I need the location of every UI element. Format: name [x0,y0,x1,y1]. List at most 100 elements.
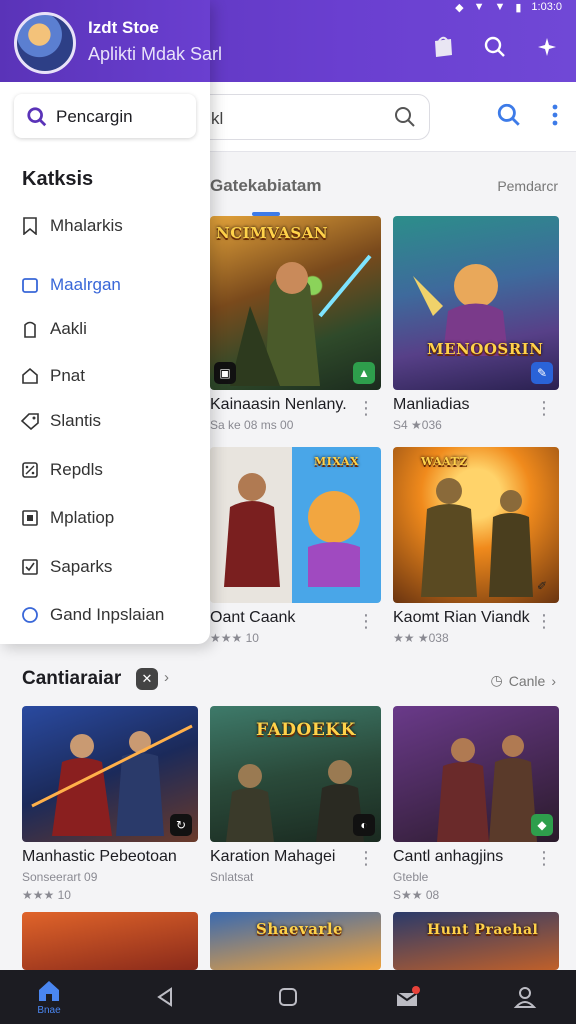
artwork-title: NCIMVASAN [216,224,329,242]
drawer-item-label: Saparks [50,557,113,576]
chevron-right-icon[interactable]: › [164,669,169,686]
app-meta: Snlatsat [210,870,254,884]
app-meta: ★★★ 10 [210,631,259,645]
app-rating: ★★★ 10 [22,888,71,902]
app-card[interactable]: FADOEKK ◐ Karation Mahagei Snlatsat ⋮ [210,706,381,884]
app-artwork: Shaevarle [210,912,381,970]
artwork-title: Hunt Praehal [427,922,539,938]
section-title: Cantiaraiar [22,668,122,689]
wifi-icon: ▼ [473,1,485,13]
signal-icon: ◆ [455,1,464,14]
search-query: kl [211,109,224,128]
drawer-item-pnat[interactable]: Pnat [20,361,85,391]
home-icon [39,980,59,1001]
drawer-item-label: Mplatiop [50,508,115,527]
app-artwork [22,912,198,970]
search-icon[interactable] [496,102,522,133]
clock-icon: ◷ [490,672,503,688]
drawer-item-maalrgan[interactable]: Maalrgan [20,270,121,300]
app-meta: ★★ ★038 [393,631,449,645]
search-icon[interactable] [482,34,508,60]
drawer-item-aakli[interactable]: Aakli [20,314,87,344]
nav-back[interactable] [140,970,190,1024]
door-icon [20,319,40,339]
artwork-title: Shaevarle [256,920,344,938]
section-title: Gatekabiatam [210,176,322,195]
drawer-item-label: Pnat [50,366,85,385]
artwork-title: MIXAX [314,455,360,468]
nav-inbox[interactable] [382,970,432,1024]
more-vert-icon[interactable] [552,104,558,131]
app-card[interactable]: Shaevarle [210,912,381,970]
nav-profile[interactable] [500,970,550,1024]
drawer-title: Izdt Stoe [88,18,159,37]
app-meta: Sa ke 08 ms 00 [210,418,294,432]
app-card[interactable]: WAATZ ✐ Kaomt Rian Viandk ★★ ★038 ⋮ [393,447,559,645]
search-icon [26,106,48,133]
app-meta: Gteble [393,870,429,884]
status-time: 1:03:0 [531,1,562,13]
app-card[interactable] [22,912,198,970]
app-card[interactable]: ↻ Manhastic Pebeotoan Sonseerart 09 ★★★ … [22,706,198,902]
app-card[interactable]: ◆ Cantl anhagjins Gteble S★★ 08 ⋮ [393,706,559,902]
sparkle-icon[interactable] [534,34,560,60]
search-icon[interactable] [393,105,417,134]
percent-icon [20,460,40,480]
app-card[interactable]: NCIMVASAN ▣ ▲ Kainaasin Nenlany. Sa ke 0… [210,216,381,432]
battery-icon: ▮ [515,1,522,14]
app-name: Oant Caank [210,609,296,626]
app-artwork: NCIMVASAN ▣ ▲ [210,216,381,390]
store-badge-icon: ◐ [353,814,375,836]
drawer-item-repdls[interactable]: Repdls [20,455,103,485]
section-link[interactable]: ◷ Canle › [491,672,556,689]
drawer-search-button[interactable]: Pencargin [14,94,196,138]
more-vert-icon[interactable]: ⋮ [357,611,375,632]
app-card[interactable]: Hunt Praehal [393,912,559,970]
app-card[interactable]: MENOOSRIN ✎ Manliadias S4 ★036 ⋮ [393,216,559,432]
home-icon [20,366,40,386]
more-vert-icon[interactable]: ⋮ [357,848,375,869]
drawer-subtitle: Aplikti Mdak Sarl [88,44,223,64]
drawer-item-mplatiop[interactable]: Mplatiop [20,503,114,533]
nav-home[interactable]: Bnae [24,970,74,1024]
nav-home-button[interactable] [263,970,313,1024]
check-box-icon [20,557,40,577]
tag-icon [20,411,40,431]
store-bag-icon[interactable] [430,34,456,60]
store-badge-icon: ↻ [170,814,192,836]
app-name: Karation Mahagei [210,848,336,865]
drawer-item-label: Repdls [50,460,103,479]
avatar[interactable] [14,12,76,74]
app-artwork: ↻ [22,706,198,842]
back-triangle-icon [157,987,172,1007]
square-icon [20,275,40,295]
drawer-item-saparks[interactable]: Saparks [20,552,112,582]
section-link[interactable]: Pemdarcr [497,178,558,194]
section-link-label: Canle [508,672,546,689]
drawer-item-gand-inpslaian[interactable]: Gand Inpslaian [20,600,164,630]
more-vert-icon[interactable]: ⋮ [357,398,375,419]
app-artwork: FADOEKK ◐ [210,706,381,842]
drawer-item-label: Maalrgan [50,275,121,294]
more-vert-icon[interactable]: ⋮ [535,611,553,632]
app-meta: S4 ★036 [393,418,442,432]
app-name: Kainaasin Nenlany. [210,396,347,413]
more-vert-icon[interactable]: ⋮ [535,398,553,419]
nav-home-label: Bnae [37,1004,61,1016]
app-artwork: ◆ [393,706,559,842]
store-badge-icon: ✐ [536,579,548,593]
circle-icon [20,605,40,625]
app-artwork: MIXAX [210,447,381,603]
more-vert-icon[interactable]: ⋮ [535,848,553,869]
store-badge-icon: ▲ [353,362,375,384]
signal-icon: ▼ [494,1,506,13]
store-badge-icon: ✎ [531,362,553,384]
drawer-item-mhalarkis[interactable]: Mhalarkis [20,211,123,241]
bookmark-icon [20,216,40,236]
close-icon[interactable]: ✕ [136,668,158,690]
app-artwork: WAATZ ✐ [393,447,559,603]
person-icon [513,987,537,1008]
drawer-item-label: Mhalarkis [50,216,123,235]
drawer-item-slantis[interactable]: Slantis [20,406,101,436]
app-card[interactable]: MIXAX Oant Caank ★★★ 10 ⋮ [210,447,381,645]
